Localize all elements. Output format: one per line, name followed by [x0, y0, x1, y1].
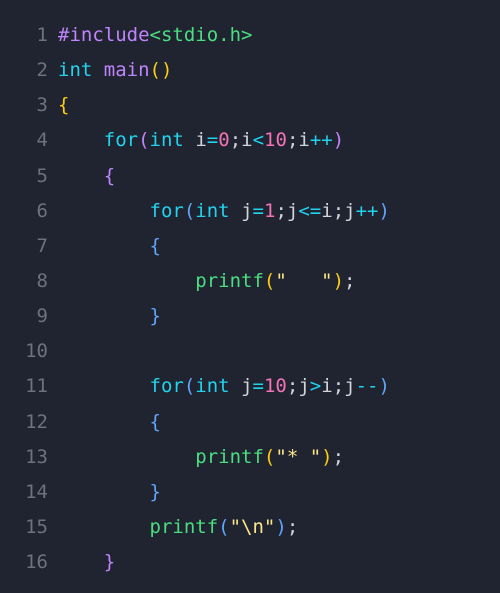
code-line: 10	[0, 334, 500, 369]
code-content: {	[58, 159, 500, 194]
code-content: printf("* ");	[58, 440, 500, 475]
code-content: printf("\n");	[58, 510, 500, 545]
code-line: 9 }	[0, 299, 500, 334]
line-number: 15	[0, 510, 58, 545]
line-number: 7	[0, 229, 58, 264]
code-content: }	[58, 475, 500, 510]
code-line: 14 }	[0, 475, 500, 510]
code-content: for(int j=1;j<=i;j++)	[58, 194, 500, 229]
code-content: for(int i=0;i<10;i++)	[58, 123, 500, 158]
code-line: 7 {	[0, 229, 500, 264]
line-number: 3	[0, 88, 58, 123]
code-content: for(int j=10;j>i;j--)	[58, 369, 500, 404]
line-number: 1	[0, 18, 58, 53]
line-number: 14	[0, 475, 58, 510]
code-line: 6 for(int j=1;j<=i;j++)	[0, 194, 500, 229]
code-line: 8 printf(" ");	[0, 264, 500, 299]
code-content: {	[58, 229, 500, 264]
line-number: 12	[0, 405, 58, 440]
line-number: 11	[0, 369, 58, 404]
line-number: 4	[0, 123, 58, 158]
code-line: 3 {	[0, 88, 500, 123]
code-content	[58, 334, 500, 369]
line-number: 6	[0, 194, 58, 229]
code-line: 16 }	[0, 545, 500, 580]
code-editor: 1 #include<stdio.h> 2 int main() 3 { 4 f…	[0, 0, 500, 580]
code-content: int main()	[58, 53, 500, 88]
code-content: printf(" ");	[58, 264, 500, 299]
line-number: 16	[0, 545, 58, 580]
code-content: }	[58, 299, 500, 334]
line-number: 13	[0, 440, 58, 475]
line-number: 2	[0, 53, 58, 88]
line-number: 10	[0, 334, 58, 369]
code-content: {	[58, 88, 500, 123]
line-number: 9	[0, 299, 58, 334]
code-line: 15 printf("\n");	[0, 510, 500, 545]
code-line: 4 for(int i=0;i<10;i++)	[0, 123, 500, 158]
code-line: 5 {	[0, 159, 500, 194]
code-line: 13 printf("* ");	[0, 440, 500, 475]
code-content: }	[58, 545, 500, 580]
line-number: 8	[0, 264, 58, 299]
code-content: {	[58, 405, 500, 440]
code-content: #include<stdio.h>	[58, 18, 500, 53]
code-line: 1 #include<stdio.h>	[0, 18, 500, 53]
code-line: 11 for(int j=10;j>i;j--)	[0, 369, 500, 404]
line-number: 5	[0, 159, 58, 194]
code-line: 12 {	[0, 405, 500, 440]
code-line: 2 int main()	[0, 53, 500, 88]
